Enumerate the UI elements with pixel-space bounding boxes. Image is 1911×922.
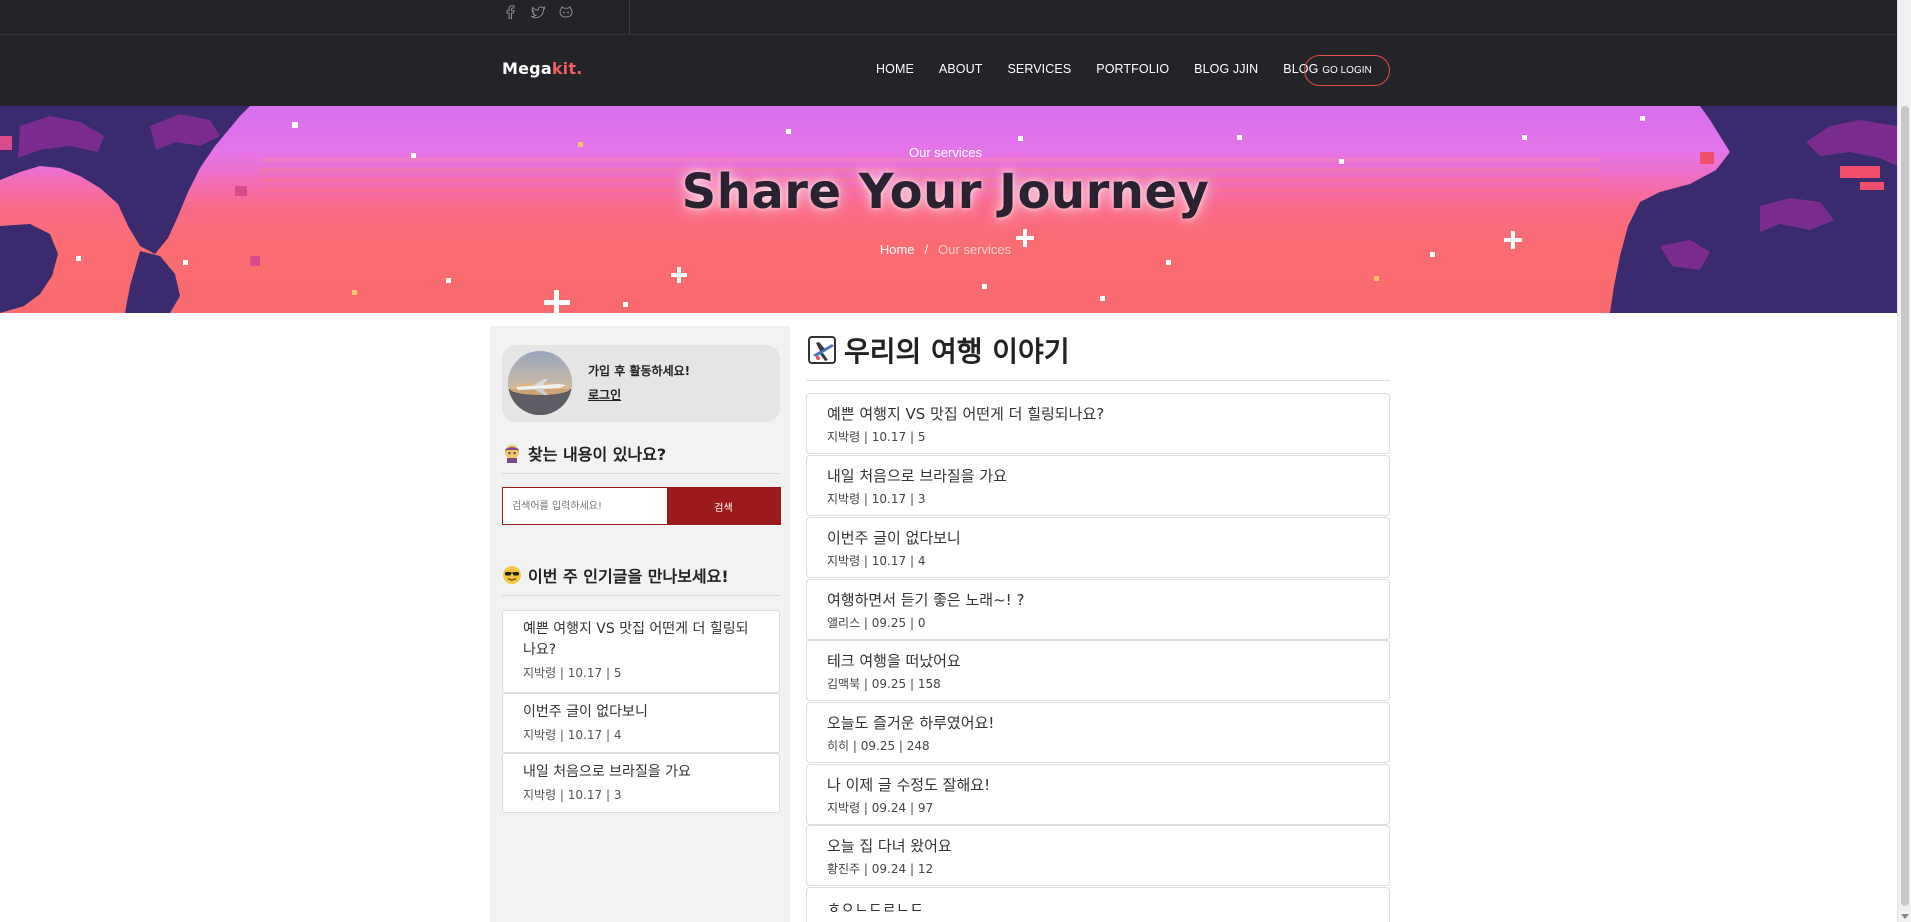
search-button[interactable]: 검색 (667, 488, 780, 524)
post-title: 테크 여행을 떠났어요 (827, 652, 961, 670)
post-title: 오늘도 즐거운 하루였어요! (827, 714, 995, 732)
post-meta: 히히 | 09.25 | 248 (827, 739, 930, 753)
scrollbar-thumb[interactable] (1901, 106, 1909, 906)
post-item[interactable]: 여행하면서 듣기 좋은 노래~! ? 앨리스 | 09.25 | 0 (806, 579, 1390, 640)
post-meta: 앨리스 | 09.25 | 0 (827, 616, 926, 630)
post-item[interactable]: ㅎㅇㄴㄷㄹㄴㄷ (806, 887, 1390, 922)
search-heading: 찾는 내용이 있나요? (502, 441, 666, 465)
post-meta: 지박령 | 10.17 | 4 (827, 554, 926, 568)
popular-heading: 이번 주 인기글을 만나보세요! (502, 563, 729, 587)
popular-post[interactable]: 이번주 글이 없다보니 지박령 | 10.17 | 4 (502, 693, 780, 753)
nav-portfolio[interactable]: PORTFOLIO (1096, 62, 1169, 76)
post-meta: 지박령 | 10.17 | 3 (827, 492, 926, 506)
logo-main: Mega (502, 59, 552, 78)
airplane-icon (508, 379, 572, 415)
logo[interactable]: Megakit. (502, 59, 582, 78)
popular-post-meta: 지박령 | 10.17 | 3 (523, 788, 622, 802)
social-links (502, 4, 574, 20)
main-divider (806, 380, 1390, 381)
popular-post-meta: 지박령 | 10.17 | 5 (523, 666, 622, 680)
post-title: 내일 처음으로 브라질을 가요 (827, 467, 1007, 485)
hero-banner: Our services Share Your Journey Home / Our… (0, 106, 1897, 313)
person-emoji-icon (502, 443, 522, 463)
main-title: 우리의 여행 이야기 (806, 330, 1070, 370)
post-meta: 지박령 | 10.17 | 5 (827, 430, 926, 444)
main-nav: HOME ABOUT SERVICES PORTFOLIO BLOG JJIN … (876, 62, 1343, 76)
main-title-text: 우리의 여행 이야기 (844, 335, 1070, 368)
breadcrumb-current: Our services (938, 242, 1012, 257)
post-item[interactable]: 오늘도 즐거운 하루였어요! 히히 | 09.25 | 248 (806, 702, 1390, 763)
avatar (508, 351, 572, 415)
post-title: 예쁜 여행지 VS 맛집 어떤게 더 힐링되나요? (827, 405, 1105, 423)
profile-card: 가입 후 활동하세요! 로그인 (502, 345, 780, 422)
nav-about[interactable]: ABOUT (939, 62, 983, 76)
popular-post-title: 내일 처음으로 브라질을 가요 (523, 764, 691, 780)
scroll-down-arrow-icon[interactable] (1901, 914, 1909, 919)
nav-blog-jjin[interactable]: BLOG JJIN (1194, 62, 1258, 76)
breadcrumb-separator: / (924, 242, 929, 257)
post-meta: 지박령 | 09.24 | 97 (827, 801, 934, 815)
github-icon[interactable] (558, 4, 574, 20)
divider (502, 473, 780, 474)
search-input[interactable] (503, 488, 667, 524)
profile-message: 가입 후 활동하세요! (588, 364, 691, 378)
navbar: Megakit. HOME ABOUT SERVICES PORTFOLIO B… (0, 35, 1911, 106)
topbar-divider (629, 0, 630, 35)
popular-post-title: 예쁜 여행지 VS 맛집 어떤게 더 힐링되나요? (523, 621, 749, 658)
post-title: 나 이제 글 수정도 잘해요! (827, 776, 991, 794)
profile-login-link[interactable]: 로그인 (588, 386, 621, 403)
post-item[interactable]: 내일 처음으로 브라질을 가요 지박령 | 10.17 | 3 (806, 455, 1390, 516)
sunglasses-emoji-icon (502, 565, 522, 585)
sidebar: 가입 후 활동하세요! 로그인 찾는 내용이 있나요? 검색 이번 주 인기글을… (490, 326, 790, 922)
breadcrumb: Home / Our services (0, 242, 1891, 257)
post-title: 이번주 글이 없다보니 (827, 529, 961, 547)
nav-home[interactable]: HOME (876, 62, 914, 76)
hero-title: Share Your Journey (681, 164, 1210, 220)
top-bar (0, 0, 1911, 35)
page-scrollbar[interactable] (1897, 0, 1911, 922)
post-item[interactable]: 나 이제 글 수정도 잘해요! 지박령 | 09.24 | 97 (806, 764, 1390, 825)
post-item[interactable]: 테크 여행을 떠났어요 김맥북 | 09.25 | 158 (806, 640, 1390, 701)
divider (502, 595, 780, 596)
post-item[interactable]: 오늘 집 다녀 왔어요 황진주 | 09.24 | 12 (806, 825, 1390, 886)
post-title: 오늘 집 다녀 왔어요 (827, 837, 952, 855)
go-login-button[interactable]: GO LOGIN (1304, 55, 1390, 86)
twitter-icon[interactable] (530, 4, 546, 20)
popular-heading-text: 이번 주 인기글을 만나보세요! (528, 567, 729, 586)
breadcrumb-home[interactable]: Home (880, 242, 915, 257)
popular-post[interactable]: 예쁜 여행지 VS 맛집 어떤게 더 힐링되나요? 지박령 | 10.17 | … (502, 610, 780, 693)
popular-post-meta: 지박령 | 10.17 | 4 (523, 728, 622, 742)
popular-post-title: 이번주 글이 없다보니 (523, 704, 648, 720)
logo-accent: kit. (551, 59, 583, 78)
post-meta: 황진주 | 09.24 | 12 (827, 862, 934, 876)
post-item[interactable]: 이번주 글이 없다보니 지박령 | 10.17 | 4 (806, 517, 1390, 578)
post-title: ㅎㅇㄴㄷㄹㄴㄷ (827, 899, 924, 917)
search-form: 검색 (502, 487, 781, 525)
facebook-icon[interactable] (502, 4, 518, 20)
travel-emoji-icon (806, 333, 840, 367)
hero-eyebrow: Our services (909, 145, 982, 160)
post-meta: 김맥북 | 09.25 | 158 (827, 677, 941, 691)
post-title: 여행하면서 듣기 좋은 노래~! ? (827, 591, 1025, 609)
nav-services[interactable]: SERVICES (1007, 62, 1071, 76)
popular-post[interactable]: 내일 처음으로 브라질을 가요 지박령 | 10.17 | 3 (502, 753, 780, 813)
search-heading-text: 찾는 내용이 있나요? (528, 445, 667, 464)
post-item[interactable]: 예쁜 여행지 VS 맛집 어떤게 더 힐링되나요? 지박령 | 10.17 | … (806, 393, 1390, 454)
